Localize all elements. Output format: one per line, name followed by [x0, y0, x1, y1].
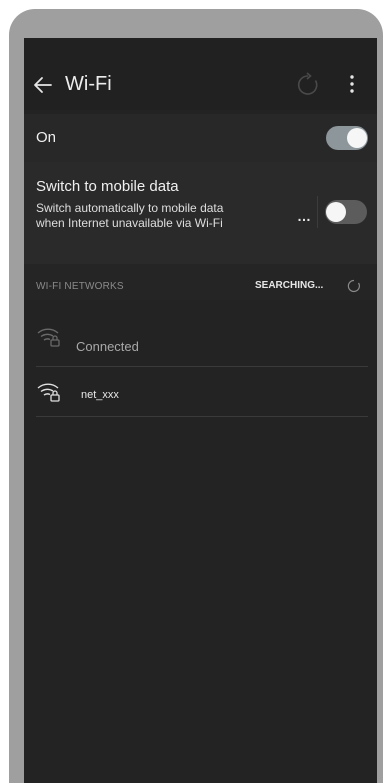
mobile-data-toggle-switch[interactable]: [325, 200, 367, 224]
divider: [317, 196, 318, 228]
networks-section-label: WI-FI NETWORKS: [36, 281, 124, 292]
mobile-data-title: Switch to mobile data: [36, 178, 179, 195]
toggle-knob: [347, 128, 367, 148]
wifi-lock-icon: [37, 383, 60, 402]
wifi-toggle-row[interactable]: On: [24, 114, 377, 162]
network-list-item[interactable]: net_xxx: [36, 367, 368, 417]
page-title: Wi-Fi: [65, 73, 112, 95]
toggle-knob: [326, 202, 346, 222]
back-arrow-icon[interactable]: [32, 74, 54, 96]
settings-screen: Wi-Fi On Switch to mobile data Switch au…: [24, 38, 377, 783]
network-status: Connected: [76, 339, 139, 354]
more-options-icon[interactable]: [343, 72, 361, 96]
app-bar: Wi-Fi: [24, 38, 377, 110]
searching-status: SEARCHING...: [255, 280, 324, 291]
wifi-toggle-label: On: [36, 129, 57, 146]
wifi-toggle-switch[interactable]: [326, 126, 368, 150]
wifi-lock-icon: [37, 328, 60, 347]
mobile-data-more-button[interactable]: …: [297, 208, 311, 224]
networks-section-header: WI-FI NETWORKS SEARCHING...: [24, 264, 377, 300]
network-list-item[interactable]: Connected: [36, 316, 368, 367]
mobile-data-description: Switch automatically to mobile data when…: [36, 201, 224, 230]
refresh-icon[interactable]: [295, 72, 321, 98]
network-name: net_xxx: [81, 389, 119, 401]
loading-spinner-icon: [347, 279, 360, 293]
